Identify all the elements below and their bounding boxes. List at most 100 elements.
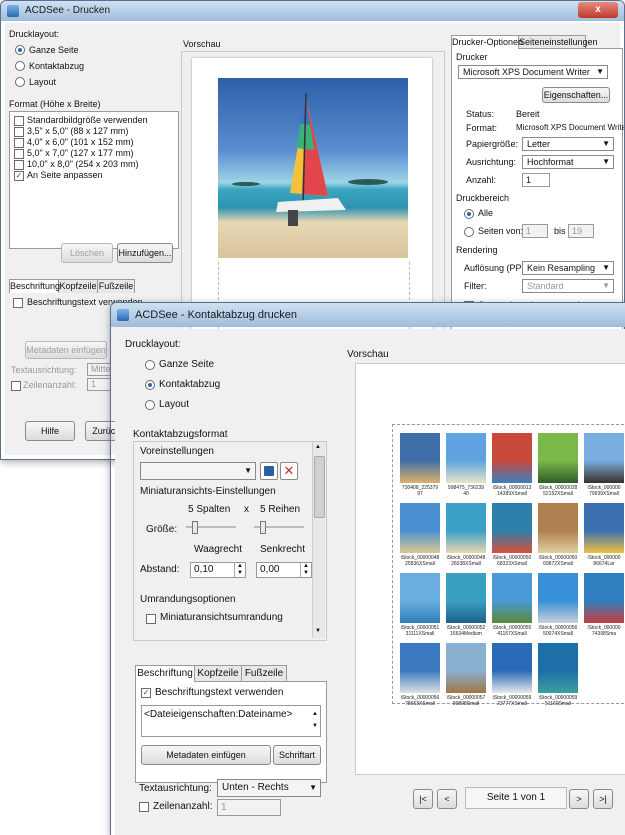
thumbnail-image[interactable] [538, 433, 578, 483]
tab-page-settings[interactable]: Seiteneinstellungen [518, 35, 598, 49]
thumbnail-caption: iStock_00000050 69872XSmall [538, 555, 578, 567]
font-button[interactable]: Schriftart [273, 745, 321, 765]
line-count-check[interactable] [139, 802, 149, 812]
text-align-select[interactable]: Unten - Rechts ▼ [217, 779, 321, 797]
radio-full-page[interactable] [145, 360, 155, 370]
tab-printer-options[interactable]: Drucker-Optionen [451, 35, 523, 49]
prev-page-button[interactable]: < [437, 789, 457, 809]
caption-check[interactable] [13, 298, 23, 308]
thumbnail-caption: iStock_00000013 14389XSmall [492, 485, 532, 497]
window-title: ACDSee - Kontaktabzug drucken [135, 309, 298, 321]
copies-field[interactable]: 1 [522, 173, 550, 187]
thumbnail-image[interactable] [400, 573, 440, 623]
range-from-field[interactable]: 1 [522, 224, 548, 238]
slider-thumb[interactable] [260, 521, 266, 534]
range-to-field[interactable]: 19 [568, 224, 594, 238]
format-check-checked[interactable]: ✓ [14, 171, 24, 181]
radio-layout[interactable] [15, 77, 25, 87]
tab-caption[interactable]: Beschriftung [135, 665, 195, 682]
tab-footer[interactable]: Fußzeile [241, 665, 287, 682]
thumbnail-image[interactable] [400, 503, 440, 553]
thumbnail-caption: iStock_00000059 23777XSmall [492, 695, 532, 707]
tab-caption[interactable]: Beschriftung [9, 279, 60, 293]
thumbnail-caption: iStock_00000028 52152XSmall [538, 485, 578, 497]
paper-size-select[interactable]: Letter ▼ [522, 137, 614, 151]
next-page-button[interactable]: > [569, 789, 589, 809]
contact-sheet-titlebar[interactable]: ACDSee - Kontaktabzug drucken [111, 303, 625, 327]
tab-header[interactable]: Kopfzeile [194, 665, 242, 682]
slider-thumb[interactable] [192, 521, 198, 534]
metadata-button[interactable]: Metadaten einfügen [141, 745, 271, 765]
thumbnail-image[interactable] [584, 433, 624, 483]
thumbnail-image[interactable] [538, 573, 578, 623]
radio-contact-sheet[interactable] [15, 61, 25, 71]
line-count-check[interactable] [11, 381, 21, 391]
thumbnail-image[interactable] [400, 433, 440, 483]
tab-footer[interactable]: Fußzeile [97, 279, 135, 293]
thumbnail-image[interactable] [584, 573, 624, 623]
resolution-select[interactable]: Kein Resampling ▼ [522, 261, 614, 275]
text-align-field[interactable]: Mitte [87, 363, 111, 376]
rows-slider[interactable] [254, 521, 304, 534]
caption-check[interactable]: ✓ [141, 688, 151, 698]
scrollbar-thumb[interactable] [314, 456, 325, 518]
thumbnail-image[interactable] [584, 503, 624, 553]
radio-page-range[interactable] [464, 227, 474, 237]
line-count-field[interactable]: 1 [217, 799, 281, 816]
thumbnail-image[interactable] [446, 643, 486, 693]
radio-layout[interactable] [145, 400, 155, 410]
thumbnail-image[interactable] [446, 433, 486, 483]
format-check[interactable] [14, 116, 24, 126]
delete-button[interactable]: Löschen [61, 243, 113, 263]
help-button[interactable]: Hilfe [25, 421, 75, 441]
border-check[interactable] [146, 614, 156, 624]
thumbnail-image[interactable] [446, 503, 486, 553]
format-list[interactable]: Standardbildgröße verwenden 3,5" x 5,0" … [9, 111, 179, 249]
caption-textarea[interactable]: <Dateieigenschaften:Dateiname> ▲ ▼ [141, 705, 321, 737]
preview-panel: 730408_225379 97 998475_736239 40 iStock_000… [355, 363, 625, 775]
thumbnail-caption: iStock_000000 86674Lar [587, 555, 621, 567]
save-preset-icon[interactable] [260, 462, 278, 480]
delete-preset-icon[interactable]: ✕ [280, 462, 298, 480]
filter-select[interactable]: Standard ▼ [522, 279, 614, 293]
radio-full-page[interactable] [15, 45, 25, 55]
caption-spin-icon[interactable]: ▲ ▼ [312, 708, 318, 732]
add-button[interactable]: Hinzufügen... [117, 243, 173, 263]
presets-select[interactable]: ▼ [140, 462, 256, 480]
format-check[interactable] [14, 138, 24, 148]
horizontal-spin-icon[interactable]: ▲ ▼ [234, 563, 245, 577]
resolution-value: Kein Resampling [527, 263, 596, 273]
thumbnail-image[interactable] [538, 643, 578, 693]
resolution-label: Auflösung (PPI): [464, 263, 530, 273]
last-page-button[interactable]: >| [593, 789, 613, 809]
format-check[interactable] [14, 127, 24, 137]
scroll-up-icon[interactable]: ▲ [315, 444, 321, 450]
close-icon[interactable]: x [578, 2, 618, 18]
thumbnail-image[interactable] [538, 503, 578, 553]
thumbnail-image[interactable] [492, 433, 532, 483]
sailboat-photo [232, 92, 388, 226]
thumbnail-image[interactable] [400, 643, 440, 693]
line-count-field[interactable]: 1 [87, 378, 111, 391]
vertical-spin-icon[interactable]: ▲ ▼ [300, 563, 311, 577]
thumbnail-image[interactable] [492, 573, 532, 623]
format-check[interactable] [14, 160, 24, 170]
filter-value: Standard [527, 281, 564, 291]
thumbnail-image[interactable] [492, 503, 532, 553]
print-window-titlebar[interactable]: ACDSee - Drucken x [1, 1, 624, 21]
first-page-button[interactable]: |< [413, 789, 433, 809]
range-group-label: Druckbereich [456, 193, 510, 203]
radio-all-pages[interactable] [464, 209, 474, 219]
orientation-select[interactable]: Hochformat ▼ [522, 155, 614, 169]
columns-slider[interactable] [186, 521, 236, 534]
thumbnail-image[interactable] [446, 573, 486, 623]
format-check[interactable] [14, 149, 24, 159]
printer-select[interactable]: Microsoft XPS Document Writer ▼ [458, 65, 608, 79]
metadata-button[interactable]: Metadaten einfügen [25, 341, 107, 359]
format-scrollbar[interactable]: ▲ ▼ [312, 442, 325, 638]
radio-contact-sheet[interactable] [145, 380, 155, 390]
thumbnail-image[interactable] [492, 643, 532, 693]
scroll-down-icon[interactable]: ▼ [315, 628, 321, 634]
tab-header[interactable]: Kopfzeile [58, 279, 98, 293]
properties-button[interactable]: Eigenschaften... [542, 87, 610, 103]
